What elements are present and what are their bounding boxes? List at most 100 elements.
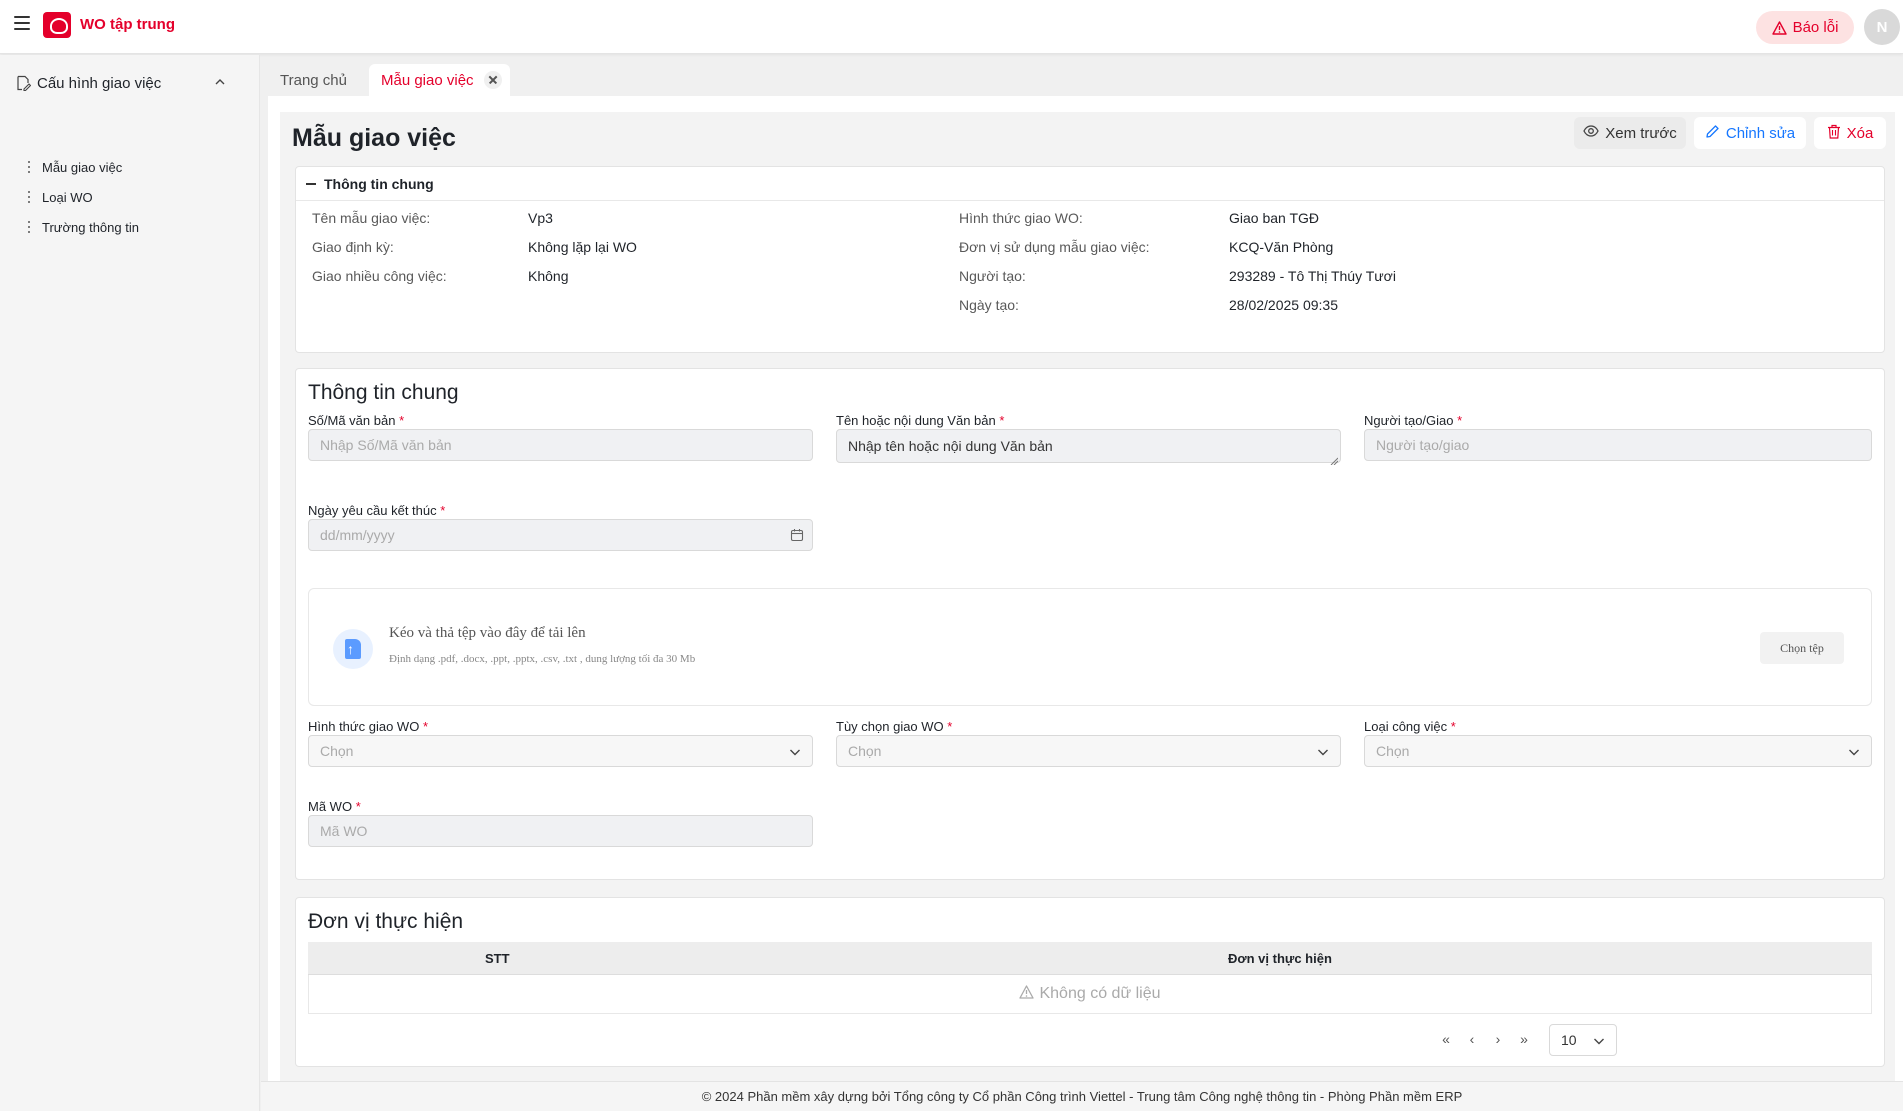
tab-home[interactable]: Trang chủ xyxy=(268,64,359,96)
preview-label: Xem trước xyxy=(1605,124,1677,142)
chevron-down-icon xyxy=(1592,1034,1606,1048)
doc-content-value: Nhập tên hoặc nội dung Văn bản xyxy=(848,438,1053,454)
delete-label: Xóa xyxy=(1846,124,1874,142)
trash-icon xyxy=(1827,124,1841,143)
info-label-unit: Đơn vị sử dụng mẫu giao việc: xyxy=(959,239,1150,255)
avatar[interactable]: N xyxy=(1864,9,1900,45)
edit-button[interactable]: Chỉnh sửa xyxy=(1694,117,1806,149)
wo-option-label: Tùy chọn giao WO * xyxy=(836,719,953,734)
info-label-recurring: Giao định kỳ: xyxy=(312,239,394,255)
info-value-multi-task: Không xyxy=(528,268,569,284)
chevron-down-icon xyxy=(788,745,802,759)
resize-handle-icon[interactable] xyxy=(1330,452,1339,466)
tab-bar: Trang chủ Mẫu giao việc xyxy=(268,64,510,96)
sidebar-item-info-fields[interactable]: Trường thông tin xyxy=(27,216,227,238)
info-label-template-name: Tên mẫu giao việc: xyxy=(312,210,431,226)
choose-file-button[interactable]: Chọn tệp xyxy=(1760,632,1844,664)
drag-dots-icon xyxy=(27,191,31,203)
info-label-creator: Người tạo: xyxy=(959,268,1026,284)
warning-icon xyxy=(1019,984,1035,1004)
wo-type-select[interactable]: Chọn xyxy=(308,735,813,767)
job-type-placeholder: Chọn xyxy=(1376,743,1410,759)
info-label-multi-task: Giao nhiều công việc: xyxy=(312,268,447,284)
job-type-label: Loại công việc * xyxy=(1364,719,1456,734)
sidebar-item-label: Loại WO xyxy=(42,189,93,205)
page-size-select[interactable]: 10 xyxy=(1549,1024,1617,1056)
upload-subtitle: Định dạng .pdf, .docx, .ppt, .pptx, .csv… xyxy=(389,653,696,665)
sidebar-item-label: Mẫu giao việc xyxy=(42,159,123,175)
top-header: WO tập trung Báo lỗi N xyxy=(0,0,1903,54)
tab-label: Mẫu giao việc xyxy=(380,71,474,89)
warning-icon xyxy=(1771,20,1787,35)
file-upload-dropzone[interactable]: Kéo và thả tệp vào đây để tải lên Định d… xyxy=(308,588,1872,706)
due-date-input[interactable]: dd/mm/yyyy xyxy=(308,519,813,551)
app-title[interactable]: WO tập trung xyxy=(80,16,175,33)
sidebar-item-task-template[interactable]: Mẫu giao việc xyxy=(27,156,227,178)
column-header-unit[interactable]: Đơn vị thực hiện xyxy=(1228,951,1332,966)
general-info-form: Thông tin chung Số/Mã văn bản * Nhập Số/… xyxy=(295,368,1885,880)
menu-icon[interactable] xyxy=(14,16,30,30)
eye-icon xyxy=(1583,123,1599,143)
wo-type-label: Hình thức giao WO * xyxy=(308,719,428,734)
creator-input[interactable]: Người tạo/giao xyxy=(1364,429,1872,461)
last-page-icon[interactable]: » xyxy=(1513,1028,1535,1050)
table-empty-state: Không có dữ liệu xyxy=(308,975,1872,1014)
units-section-title: Đơn vị thực hiện xyxy=(308,910,464,933)
close-icon[interactable] xyxy=(483,71,502,89)
drag-dots-icon xyxy=(27,221,31,233)
page-size-value: 10 xyxy=(1561,1032,1577,1048)
doc-number-input[interactable]: Nhập Số/Mã văn bản xyxy=(308,429,813,461)
doc-content-textarea[interactable]: Nhập tên hoặc nội dung Văn bản xyxy=(836,429,1341,466)
page-title: Mẫu giao việc xyxy=(292,124,456,152)
edit-label: Chỉnh sửa xyxy=(1725,124,1796,142)
delete-button[interactable]: Xóa xyxy=(1814,117,1886,149)
wo-option-select[interactable]: Chọn xyxy=(836,735,1341,767)
info-label-created-date: Ngày tạo: xyxy=(959,297,1019,313)
execution-units-card: Đơn vị thực hiện STT Đơn vị thực hiện Kh… xyxy=(295,897,1885,1067)
info-value-recurring: Không lặp lại WO xyxy=(528,239,637,255)
info-value-creator: 293289 - Tô Thị Thúy Tươi xyxy=(1229,268,1396,284)
drag-dots-icon xyxy=(27,161,31,173)
sidebar-item-wo-type[interactable]: Loại WO xyxy=(27,186,227,208)
report-bug-button[interactable]: Báo lỗi xyxy=(1756,11,1854,44)
creator-label: Người tạo/Giao * xyxy=(1364,413,1463,428)
form-section-title: Thông tin chung xyxy=(308,381,459,404)
empty-text: Không có dữ liệu xyxy=(1039,985,1161,1002)
info-summary-title: Thông tin chung xyxy=(324,175,434,192)
prev-page-icon[interactable]: ‹ xyxy=(1461,1028,1483,1050)
chevron-up-icon[interactable] xyxy=(213,75,227,89)
info-value-template-name: Vp3 xyxy=(528,210,553,226)
sidebar: Cấu hình giao việc Mẫu giao việc Loại WO… xyxy=(0,55,260,1111)
info-value-created-date: 28/02/2025 09:35 xyxy=(1229,297,1338,313)
info-value-wo-form: Giao ban TGĐ xyxy=(1229,210,1320,226)
sidebar-item-label: Trường thông tin xyxy=(42,219,139,235)
due-date-label: Ngày yêu cầu kết thúc * xyxy=(308,503,446,518)
upload-title: Kéo và thả tệp vào đây để tải lên xyxy=(389,625,586,641)
pencil-icon xyxy=(1705,124,1720,143)
wo-type-placeholder: Chọn xyxy=(320,743,354,759)
wo-code-label: Mã WO * xyxy=(308,799,361,814)
job-type-select[interactable]: Chọn xyxy=(1364,735,1872,767)
footer: © 2024 Phần mềm xây dựng bởi Tổng công t… xyxy=(261,1081,1903,1111)
wo-option-placeholder: Chọn xyxy=(848,743,882,759)
wo-code-input[interactable]: Mã WO xyxy=(308,815,813,847)
info-label-wo-form: Hình thức giao WO: xyxy=(959,210,1083,226)
sidebar-group-config[interactable]: Cấu hình giao việc xyxy=(15,71,225,95)
info-value-unit: KCQ-Văn Phòng xyxy=(1229,239,1334,255)
due-date-placeholder: dd/mm/yyyy xyxy=(320,527,395,543)
info-summary-header[interactable]: Thông tin chung xyxy=(296,167,1884,201)
main-content: Mẫu giao việc Xem trước Chỉnh sửa Xóa Th… xyxy=(268,96,1903,1081)
viettel-logo[interactable] xyxy=(43,12,71,38)
edit-document-icon xyxy=(15,75,32,92)
tab-task-template[interactable]: Mẫu giao việc xyxy=(368,64,510,96)
sidebar-group-label: Cấu hình giao việc xyxy=(37,74,162,92)
next-page-icon[interactable]: › xyxy=(1487,1028,1509,1050)
calendar-icon[interactable] xyxy=(790,528,804,542)
column-header-stt[interactable]: STT xyxy=(485,951,510,966)
doc-number-label: Số/Mã văn bản * xyxy=(308,413,405,428)
chevron-down-icon xyxy=(1847,745,1861,759)
first-page-icon[interactable]: « xyxy=(1435,1028,1457,1050)
collapse-icon[interactable] xyxy=(306,182,316,185)
preview-button[interactable]: Xem trước xyxy=(1574,117,1686,149)
doc-content-label: Tên hoặc nội dung Văn bản * xyxy=(836,413,1005,428)
